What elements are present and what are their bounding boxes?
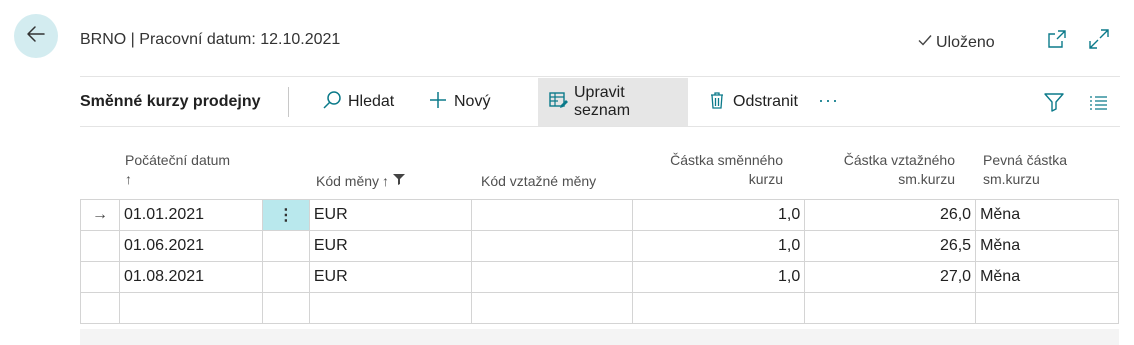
edit-list-button[interactable]: Upravit seznam xyxy=(538,78,688,126)
toolbar-separator xyxy=(288,87,289,117)
filter-funnel-icon xyxy=(392,172,406,191)
cell-currency-code[interactable]: EUR xyxy=(308,230,472,262)
saved-status: Uloženo xyxy=(916,31,995,54)
cell-fixed-amount[interactable]: Měna xyxy=(975,199,1119,231)
cell-start-date[interactable]: 01.08.2021 xyxy=(118,261,263,293)
cell-exchange-amount[interactable]: 1,0 xyxy=(632,230,806,262)
header-divider xyxy=(80,76,1120,77)
cell-currency-code[interactable]: EUR xyxy=(308,199,472,231)
cell-start-date[interactable]: 01.06.2021 xyxy=(118,230,263,262)
grid-footer-band xyxy=(80,329,1119,345)
sort-ascending-icon: ↑ xyxy=(125,171,132,187)
cell-relational-amount[interactable]: 27,0 xyxy=(804,261,977,293)
cell-currency-code[interactable]: EUR xyxy=(308,261,472,293)
cell-fixed-amount[interactable]: Měna xyxy=(975,261,1119,293)
cell-fixed-amount[interactable] xyxy=(975,292,1119,324)
col-header-exchange-amount[interactable]: Částka směnného kurzu xyxy=(640,151,783,189)
new-button[interactable]: Nový xyxy=(418,78,500,126)
open-in-new-window-icon[interactable] xyxy=(1046,28,1068,50)
cell-fixed-amount[interactable]: Měna xyxy=(975,230,1119,262)
search-label: Hledat xyxy=(348,93,395,110)
cell-start-date[interactable] xyxy=(118,292,263,324)
list-icon[interactable] xyxy=(1086,90,1110,114)
col-header-relational-currency[interactable]: Kód vztažné měny xyxy=(481,172,596,191)
table-row[interactable]: 01.06.2021 EUR 1,0 26,5 Měna xyxy=(80,230,1119,262)
col-header-fixed-amount[interactable]: Pevná částka sm.kurzu xyxy=(983,151,1067,189)
col-header-currency-code[interactable]: Kód měny ↑ xyxy=(316,172,406,191)
cell-relational-currency[interactable] xyxy=(470,261,634,293)
col-header-start-date-label: Počáteční datum xyxy=(125,152,231,168)
cell-relational-currency[interactable] xyxy=(470,199,634,231)
toolbar-divider xyxy=(80,126,1120,127)
arrow-left-icon xyxy=(24,22,48,51)
saved-label: Uloženo xyxy=(936,33,995,51)
more-options-button[interactable]: ··· xyxy=(818,90,839,111)
col-header-currency-code-label: Kód měny xyxy=(316,173,380,189)
cell-relational-currency[interactable] xyxy=(470,292,634,324)
page-header-title: BRNO | Pracovní datum: 12.10.2021 xyxy=(80,31,341,48)
cell-exchange-amount[interactable]: 1,0 xyxy=(632,261,806,293)
col-header-fixed-amount-line2: sm.kurzu xyxy=(983,171,1040,187)
col-header-relational-amount-line1: Částka vztažného xyxy=(843,152,955,168)
check-icon xyxy=(916,31,934,54)
search-icon xyxy=(322,90,342,115)
exchange-rates-grid: → 01.01.2021 ⋮ EUR 1,0 26,0 Měna 01.06.2… xyxy=(80,199,1119,324)
trash-icon xyxy=(707,90,727,115)
plus-icon xyxy=(428,90,448,115)
row-indicator xyxy=(80,230,120,262)
cell-relational-amount[interactable]: 26,0 xyxy=(804,199,977,231)
new-label: Nový xyxy=(454,93,491,110)
cell-exchange-amount[interactable]: 1,0 xyxy=(632,199,806,231)
col-header-exchange-amount-line2: kurzu xyxy=(748,171,783,187)
delete-button[interactable]: Odstranit xyxy=(697,78,808,126)
search-button[interactable]: Hledat xyxy=(312,78,404,126)
cell-currency-code[interactable] xyxy=(308,292,472,324)
cell-exchange-amount[interactable] xyxy=(632,292,806,324)
row-actions-cell[interactable] xyxy=(261,230,310,262)
col-header-relational-amount-line2: sm.kurzu xyxy=(898,171,955,187)
row-indicator xyxy=(80,292,120,324)
edit-list-label: Upravit seznam xyxy=(574,84,631,119)
filter-icon[interactable] xyxy=(1042,90,1066,114)
cell-relational-currency[interactable] xyxy=(470,230,634,262)
table-row-empty[interactable] xyxy=(80,292,1119,324)
back-button[interactable] xyxy=(14,14,58,58)
row-actions-cell[interactable] xyxy=(261,292,310,324)
row-indicator-arrow-icon: → xyxy=(80,199,120,231)
page-caption: Směnné kurzy prodejny xyxy=(80,93,261,110)
col-header-start-date[interactable]: Počáteční datum ↑ xyxy=(125,151,230,189)
col-header-fixed-amount-line1: Pevná částka xyxy=(983,152,1068,168)
cell-start-date[interactable]: 01.01.2021 xyxy=(118,199,263,231)
row-actions-menu-button[interactable]: ⋮ xyxy=(261,199,310,231)
cell-relational-amount[interactable]: 26,5 xyxy=(804,230,977,262)
cell-relational-amount[interactable] xyxy=(804,292,977,324)
row-actions-cell[interactable] xyxy=(261,261,310,293)
row-indicator xyxy=(80,261,120,293)
table-row[interactable]: 01.08.2021 EUR 1,0 27,0 Měna xyxy=(80,261,1119,293)
col-header-relational-amount[interactable]: Částka vztažného sm.kurzu xyxy=(812,151,955,189)
edit-list-icon xyxy=(548,90,568,115)
table-row[interactable]: → 01.01.2021 ⋮ EUR 1,0 26,0 Měna xyxy=(80,199,1119,231)
expand-icon[interactable] xyxy=(1088,28,1110,50)
sort-ascending-icon: ↑ xyxy=(382,173,390,189)
col-header-exchange-amount-line1: Částka směnného xyxy=(670,152,783,168)
delete-label: Odstranit xyxy=(733,93,798,110)
action-bar: Směnné kurzy prodejny Hledat Nový Upravi… xyxy=(80,78,1120,126)
